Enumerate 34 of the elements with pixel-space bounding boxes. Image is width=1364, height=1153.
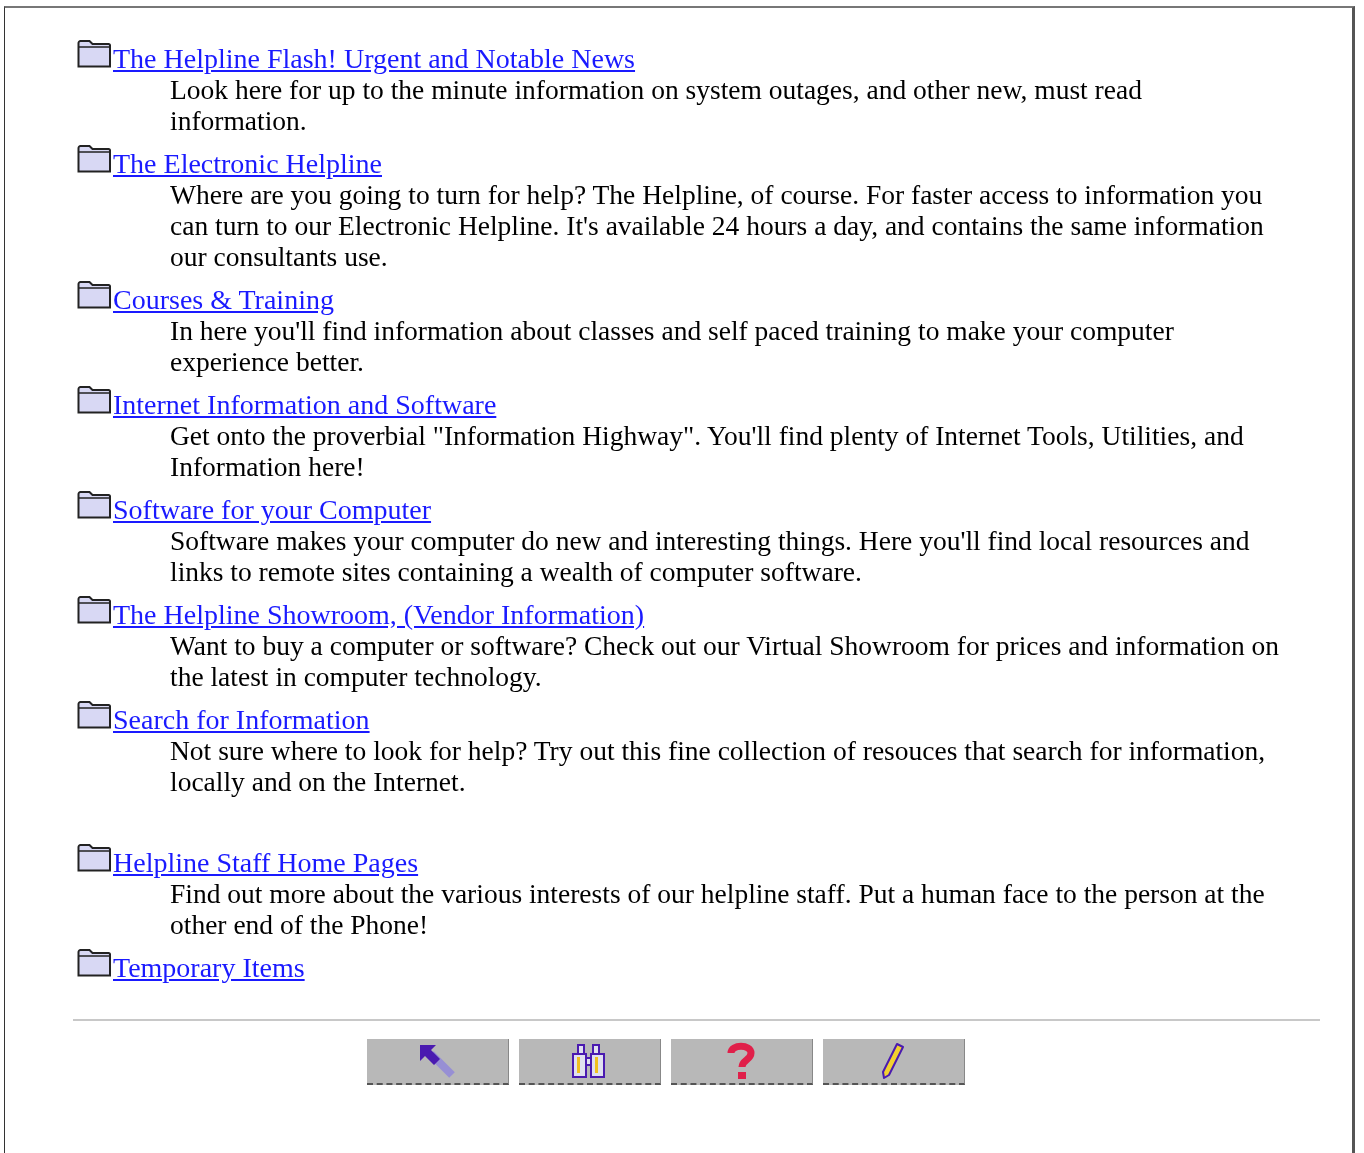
section-link[interactable]: Courses & Training — [113, 284, 334, 315]
section-description: Want to buy a computer or software? Check out our Virtual Showroom for prices and information on the latest in computer technology. — [170, 630, 1280, 692]
section-link[interactable]: The Helpline Showroom, (Vendor Information) — [113, 599, 645, 630]
section-description: Where are you going to turn for help? The Helpline, of course. For faster access to information you can turn to our Electronic Helpline. It's available 24 hours a day, and contains the same information our consultants use. — [170, 179, 1265, 272]
help-button[interactable] — [670, 1039, 813, 1085]
section-description: Find out more about the various interests of our helpline staff. Put a human face to the person at the other end of the Phone! — [170, 878, 1266, 940]
back-button[interactable] — [366, 1039, 509, 1085]
folder-icon — [77, 386, 111, 414]
section-description: Get onto the proverbial "Information Highway". You'll find plenty of Internet Tools, Utilities, and Information here! — [170, 420, 1245, 482]
section-description: Look here for up to the minute information on system outages, and other new, must read information. — [170, 74, 1143, 136]
folder-icon — [77, 701, 111, 729]
section-description: Software makes your computer do new and interesting things. Here you'll find local resources and links to remote sites containing a wealth of computer software. — [170, 525, 1251, 587]
folder-icon — [77, 40, 111, 68]
search-button[interactable] — [518, 1039, 661, 1085]
folder-icon — [77, 596, 111, 624]
folder-icon — [77, 491, 111, 519]
folder-icon — [77, 844, 111, 872]
section-link[interactable]: Temporary Items — [113, 952, 305, 983]
section-description: In here you'll find information about classes and self paced training to make your computer experience better. — [170, 315, 1175, 377]
section-link[interactable]: Helpline Staff Home Pages — [113, 847, 419, 878]
section-link[interactable]: Internet Information and Software — [113, 389, 497, 420]
folder-icon — [77, 281, 111, 309]
folder-icon — [77, 145, 111, 173]
pencil-icon — [881, 1042, 905, 1080]
section-link[interactable]: Software for your Computer — [113, 494, 432, 525]
folder-icon — [77, 949, 111, 977]
arrow-icon — [418, 1043, 456, 1079]
section-description: Not sure where to look for help? Try out this fine collection of resouces that search for information, locally and on the Internet. — [170, 735, 1267, 797]
binoculars-icon — [570, 1043, 608, 1079]
section-link[interactable]: The Electronic Helpline — [113, 148, 382, 179]
section-link[interactable]: The Helpline Flash! Urgent and Notable News — [113, 43, 636, 74]
help-icon — [726, 1042, 756, 1080]
section-link[interactable]: Search for Information — [113, 704, 370, 735]
edit-button[interactable] — [822, 1039, 965, 1085]
